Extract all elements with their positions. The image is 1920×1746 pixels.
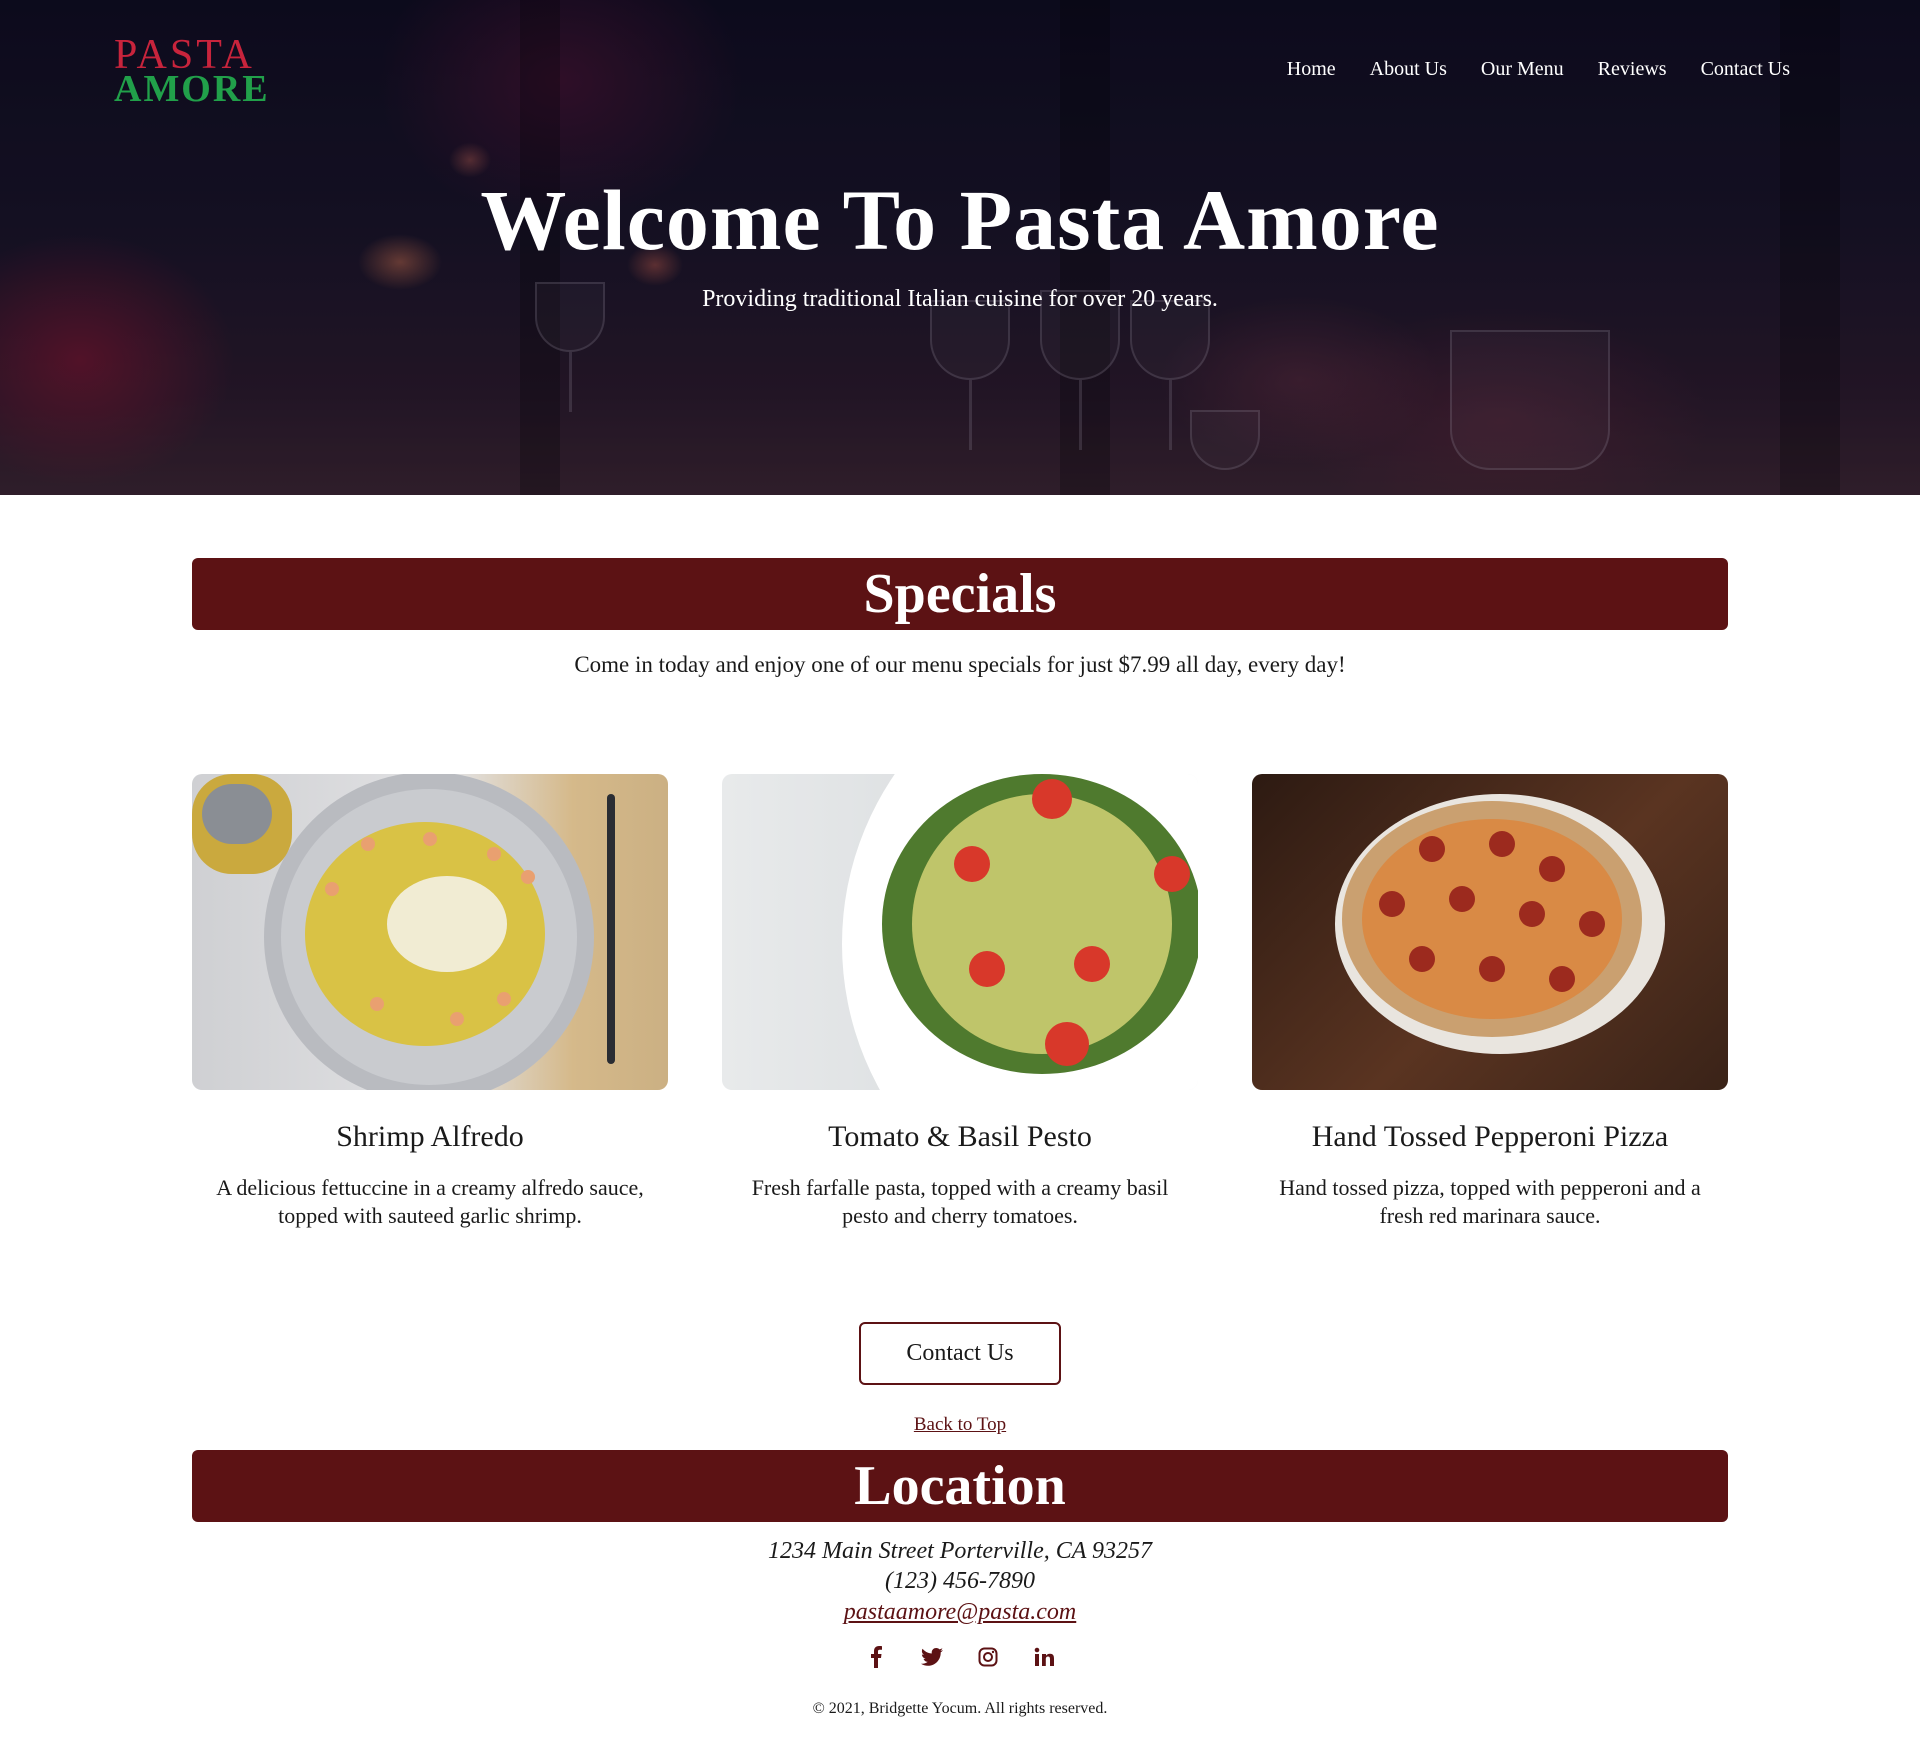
linkedin-icon[interactable] (1033, 1646, 1055, 1668)
twitter-icon[interactable] (921, 1646, 943, 1668)
pesto-illustration (842, 774, 1198, 1090)
email: pastaamore@pasta.com (0, 1599, 1920, 1626)
special-description: Hand tossed pizza, topped with pepperoni… (1279, 1175, 1701, 1228)
shrimp-alfredo-illustration (192, 774, 615, 1090)
hero-subtitle: Providing traditional Italian cuisine fo… (702, 286, 1218, 312)
nav-item-about-us[interactable]: About Us (1370, 58, 1447, 81)
instagram-icon[interactable] (977, 1646, 999, 1668)
back-to-top-link[interactable]: Back to Top (914, 1414, 1006, 1435)
email-link[interactable]: pastaamore@pasta.com (844, 1599, 1077, 1625)
pizza-illustration (1335, 794, 1665, 1054)
special-title: Shrimp Alfredo (336, 1120, 524, 1153)
main-nav: Home About Us Our Menu Reviews Contact U… (1287, 58, 1790, 81)
facebook-icon[interactable] (865, 1646, 887, 1668)
special-description: A delicious fettuccine in a creamy alfre… (216, 1175, 644, 1228)
special-card-pepperoni-pizza: Hand Tossed Pepperoni Pizza Hand tossed … (1252, 774, 1728, 1230)
shrimp-alfredo-image (192, 774, 668, 1090)
specials-intro: Come in today and enjoy one of our menu … (574, 652, 1346, 677)
nav-item-reviews[interactable]: Reviews (1598, 58, 1667, 81)
hero-title: Welcome To Pasta Amore (480, 172, 1440, 268)
contact-us-button[interactable]: Contact Us (859, 1322, 1061, 1385)
back-to-top: Back to Top (0, 1414, 1920, 1436)
nav-item-contact-us[interactable]: Contact Us (1701, 58, 1790, 81)
pizza-image (1252, 774, 1728, 1090)
special-card-shrimp-alfredo: Shrimp Alfredo A delicious fettuccine in… (192, 774, 668, 1230)
nav-item-our-menu[interactable]: Our Menu (1481, 58, 1564, 81)
phone-number: (123) 456-7890 (885, 1568, 1035, 1594)
special-description: Fresh farfalle pasta, topped with a crea… (751, 1175, 1169, 1228)
hero-banner: PASTA AMORE Home About Us Our Menu Revie… (0, 0, 1920, 495)
special-title: Tomato & Basil Pesto (828, 1120, 1092, 1153)
logo[interactable]: PASTA AMORE (114, 34, 314, 108)
special-title: Hand Tossed Pepperoni Pizza (1311, 1120, 1669, 1153)
specials-heading: Specials (192, 558, 1728, 630)
social-links (0, 1646, 1920, 1668)
special-card-tomato-basil-pesto: Tomato & Basil Pesto Fresh farfalle past… (722, 774, 1198, 1230)
address: 1234 Main Street Porterville, CA 93257 (768, 1538, 1152, 1564)
pesto-image (722, 774, 1198, 1090)
logo-line-2: AMORE (114, 68, 270, 110)
copyright: © 2021, Bridgette Yocum. All rights rese… (812, 1700, 1108, 1717)
location-heading: Location (192, 1450, 1728, 1522)
nav-item-home[interactable]: Home (1287, 58, 1336, 81)
